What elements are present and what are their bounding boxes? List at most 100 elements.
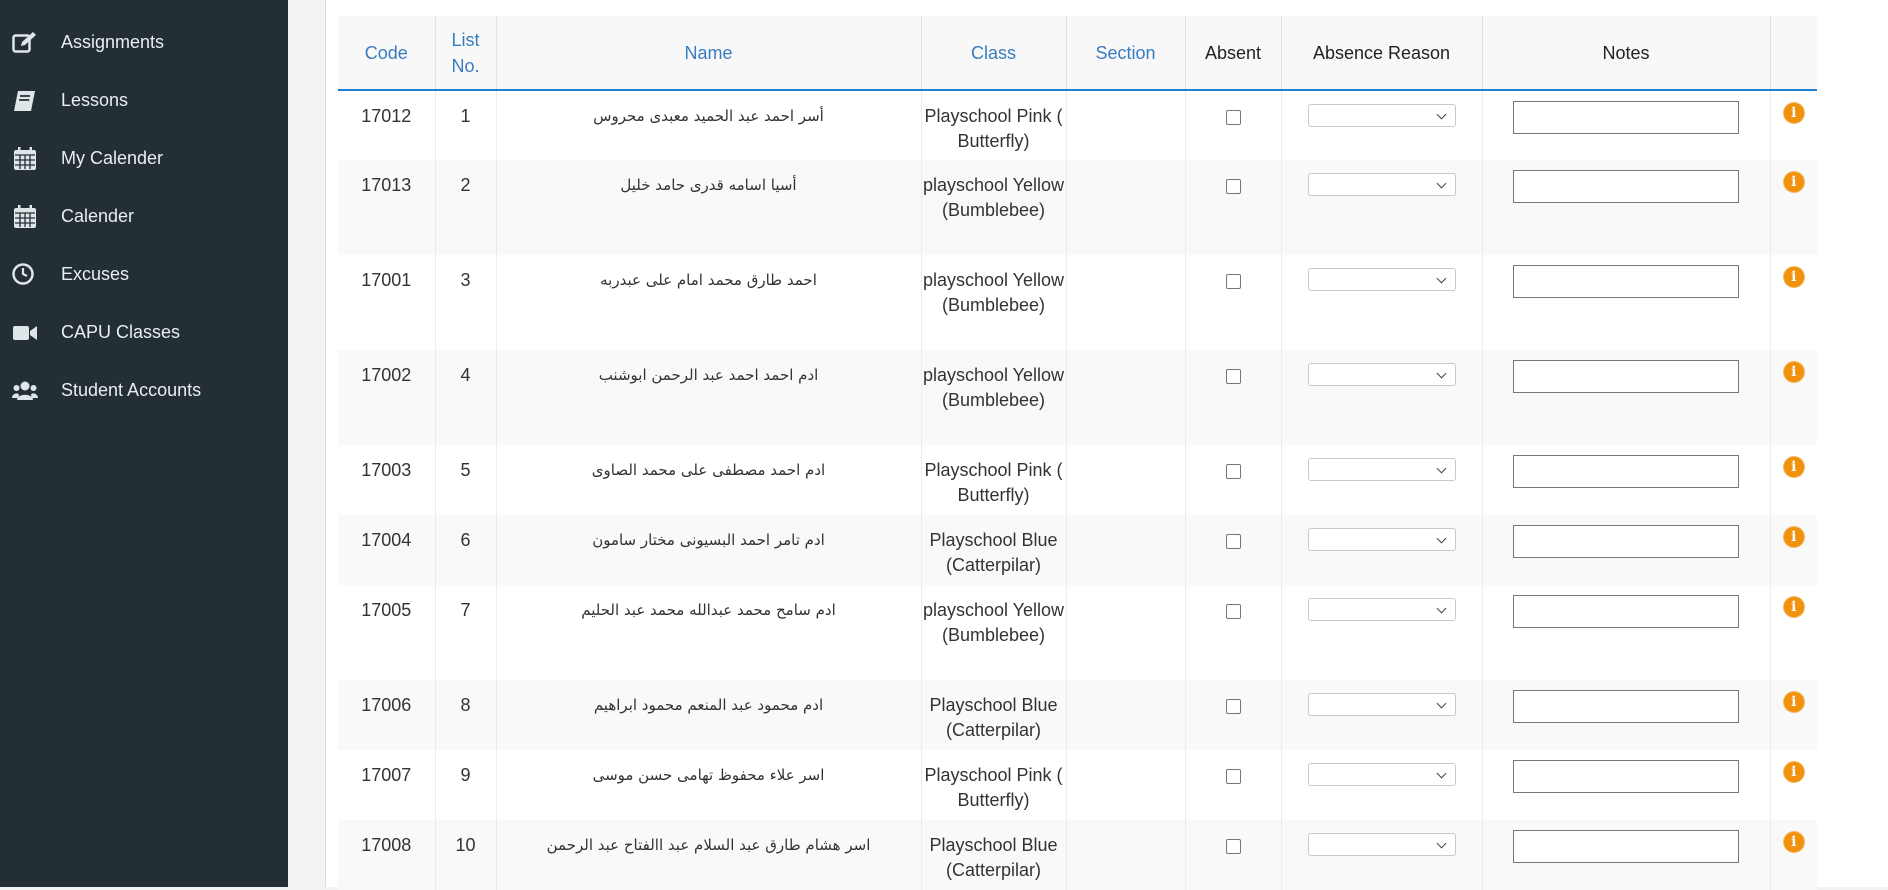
notes-input[interactable]	[1513, 525, 1739, 558]
table-row: 17002 4 ادم احمد احمد عبد الرحمن ابوشنب pla…	[338, 350, 1817, 445]
cell-info: i	[1769, 255, 1817, 350]
class-text: Playschool Blue (Catterpilar)	[929, 695, 1058, 740]
code-text: 17004	[361, 530, 412, 550]
info-icon[interactable]: i	[1783, 362, 1804, 382]
sidebar-item-assignments[interactable]: Assignments	[0, 23, 288, 63]
chevron-down-icon	[1436, 178, 1446, 189]
sidebar-item-my-calender[interactable]: My Calender	[0, 139, 288, 179]
cell-absent	[1184, 585, 1281, 680]
notes-input[interactable]	[1513, 690, 1739, 723]
column-header-name[interactable]: Name	[495, 16, 921, 91]
absent-checkbox[interactable]	[1225, 369, 1241, 384]
clock-icon	[12, 263, 34, 285]
cell-notes	[1481, 90, 1770, 160]
sidebar-item-calender[interactable]: Calender	[0, 197, 288, 237]
absence-reason-select[interactable]	[1307, 833, 1456, 856]
cell-code: 17012	[338, 90, 435, 160]
notes-input[interactable]	[1513, 830, 1739, 863]
sidebar-item-excuses[interactable]: Excuses	[0, 255, 288, 295]
info-icon[interactable]: i	[1783, 527, 1804, 547]
cell-absence-reason	[1280, 750, 1482, 820]
notes-input[interactable]	[1513, 595, 1739, 628]
cell-section	[1065, 515, 1185, 585]
cell-notes	[1481, 515, 1770, 585]
cell-absence-reason	[1280, 90, 1482, 160]
absent-checkbox[interactable]	[1225, 699, 1241, 714]
code-text: 17002	[361, 365, 412, 385]
info-icon[interactable]: i	[1783, 832, 1804, 852]
cell-code: 17013	[338, 160, 435, 255]
column-header-list-no[interactable]: List No.	[434, 16, 496, 91]
cell-class: Playschool Pink ( Butterfly)	[920, 445, 1066, 515]
sidebar-item-label: My Calender	[61, 148, 164, 168]
absence-reason-select[interactable]	[1307, 598, 1456, 621]
cell-list-no: 7	[434, 585, 496, 680]
cell-info: i	[1769, 515, 1817, 585]
absent-checkbox[interactable]	[1225, 110, 1241, 125]
sidebar-item-capu-classes[interactable]: CAPU Classes	[0, 313, 288, 353]
info-icon[interactable]: i	[1783, 172, 1804, 192]
absence-reason-select[interactable]	[1307, 763, 1456, 786]
notes-input[interactable]	[1513, 760, 1739, 793]
cell-section	[1065, 350, 1185, 445]
notes-input[interactable]	[1513, 265, 1739, 298]
info-icon[interactable]: i	[1783, 762, 1804, 782]
absence-reason-select[interactable]	[1307, 104, 1456, 127]
absent-checkbox[interactable]	[1225, 604, 1241, 619]
cell-absence-reason	[1280, 445, 1482, 515]
notes-input[interactable]	[1513, 101, 1739, 134]
cell-absence-reason	[1280, 680, 1482, 750]
cell-notes	[1481, 820, 1770, 890]
cell-notes	[1481, 160, 1770, 255]
absence-reason-select[interactable]	[1307, 173, 1456, 196]
info-icon[interactable]: i	[1783, 597, 1804, 617]
table-row: 17007 9 اسر علاء محفوظ تهامى حسن موسى Plays…	[338, 750, 1817, 820]
absence-reason-select[interactable]	[1307, 693, 1456, 716]
info-icon[interactable]: i	[1783, 457, 1804, 477]
sidebar-item-student-accounts[interactable]: Student Accounts	[0, 371, 288, 411]
table-row: 17013 2 أسيا اسامه قدرى حامد خليل playschoo…	[338, 160, 1817, 255]
cell-absent	[1184, 820, 1281, 890]
absent-checkbox[interactable]	[1225, 179, 1241, 194]
code-text: 17007	[361, 765, 412, 785]
info-icon[interactable]: i	[1783, 267, 1804, 287]
column-header-section[interactable]: Section	[1065, 16, 1185, 91]
column-header-code[interactable]: Code	[338, 16, 435, 91]
cell-name: ادم سامح محمد عبدالله محمد عبد الحليم	[495, 585, 921, 680]
notes-input[interactable]	[1513, 360, 1739, 393]
cell-list-no: 5	[434, 445, 496, 515]
notes-input[interactable]	[1513, 170, 1739, 203]
absent-checkbox[interactable]	[1225, 464, 1241, 479]
cell-class: Playschool Blue (Catterpilar)	[920, 515, 1066, 585]
calendar-icon	[14, 205, 36, 228]
absent-checkbox[interactable]	[1225, 534, 1241, 549]
cell-info: i	[1769, 350, 1817, 445]
cell-absent	[1184, 515, 1281, 585]
absence-reason-select[interactable]	[1307, 268, 1456, 291]
absence-reason-select[interactable]	[1307, 458, 1456, 481]
chevron-down-icon	[1436, 698, 1446, 709]
student-name: ادم تامر احمد البسيونى مختار سامون	[592, 531, 825, 549]
cell-absent	[1184, 90, 1281, 160]
cell-absent	[1184, 160, 1281, 255]
absent-checkbox[interactable]	[1225, 769, 1241, 784]
cell-info: i	[1769, 820, 1817, 890]
sidebar: Assignments Lessons My Calender Calender	[0, 0, 288, 887]
notes-input[interactable]	[1513, 455, 1739, 488]
cell-section	[1065, 820, 1185, 890]
class-text: Playschool Blue (Catterpilar)	[929, 530, 1058, 575]
absence-reason-select[interactable]	[1307, 363, 1456, 386]
column-header-class[interactable]: Class	[920, 16, 1066, 91]
cell-notes	[1481, 585, 1770, 680]
info-icon[interactable]: i	[1783, 692, 1804, 712]
sidebar-item-label: Lessons	[61, 90, 129, 110]
table-body: 17012 1 أسر احمد عبد الحميد معبدى محروس Pla…	[338, 90, 1817, 890]
sidebar-item-lessons[interactable]: Lessons	[0, 81, 288, 121]
cell-class: Playschool Pink ( Butterfly)	[920, 750, 1066, 820]
absent-checkbox[interactable]	[1225, 274, 1241, 289]
absence-reason-select[interactable]	[1307, 528, 1456, 551]
absent-checkbox[interactable]	[1225, 839, 1241, 854]
cell-class: playschool Yellow (Bumblebee)	[920, 585, 1066, 680]
chevron-down-icon	[1436, 368, 1446, 379]
info-icon[interactable]: i	[1783, 103, 1804, 123]
